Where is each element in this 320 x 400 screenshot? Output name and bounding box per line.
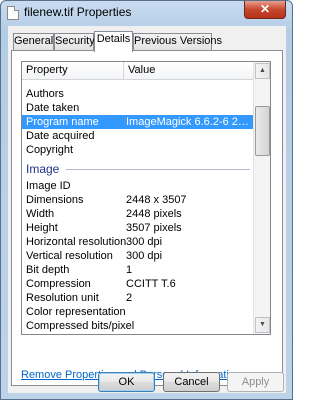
tab-strip: General Security Details Previous Versio… <box>11 31 286 52</box>
list-row[interactable]: Date acquired <box>22 129 254 143</box>
properties-window: filenew.tif Properties ✕ General Securit… <box>0 0 293 400</box>
cancel-button[interactable]: Cancel <box>163 372 220 392</box>
list-row[interactable]: Compression CCITT T.6 <box>22 277 254 291</box>
property-name: Program name <box>26 116 99 128</box>
close-button[interactable]: ✕ <box>244 1 286 19</box>
vertical-scrollbar[interactable]: ▲ ▼ <box>253 62 270 334</box>
tab-security[interactable]: Security <box>54 33 95 50</box>
document-icon <box>7 6 19 20</box>
group-divider <box>66 169 250 170</box>
property-value: ImageMagick 6.6.2-6 2010-… <box>126 116 250 128</box>
list-row[interactable]: Compressed bits/pixel <box>22 319 254 333</box>
property-value: 3507 pixels <box>126 222 182 234</box>
list-row[interactable]: Horizontal resolution 300 dpi <box>22 235 254 249</box>
property-name: Dimensions <box>26 194 84 206</box>
property-name: Resolution unit <box>26 292 99 304</box>
property-name: Compression <box>26 278 91 290</box>
property-name: Bit depth <box>26 264 70 276</box>
column-header-value[interactable]: Value <box>124 62 254 79</box>
list-row[interactable]: Width 2448 pixels <box>22 207 254 221</box>
scroll-down-icon[interactable]: ▼ <box>255 317 270 333</box>
details-panel: Property Value Authors Date taken Program … <box>11 50 283 386</box>
list-row[interactable]: Color representation <box>22 305 254 319</box>
property-value: CCITT T.6 <box>126 278 176 290</box>
group-label: Image <box>26 162 60 176</box>
property-name: Height <box>26 222 58 234</box>
property-name: Vertical resolution <box>26 250 113 262</box>
property-name: Date taken <box>26 102 80 114</box>
property-name: Compressed bits/pixel <box>26 320 135 332</box>
property-value: 2448 x 3507 <box>126 194 187 206</box>
property-name: Copyright <box>26 144 74 156</box>
property-name: Authors <box>26 88 64 100</box>
column-header-property[interactable]: Property <box>22 62 124 79</box>
property-name: Image ID <box>26 180 71 192</box>
list-header: Property Value <box>22 62 254 80</box>
property-value: 300 dpi <box>126 250 163 262</box>
property-name: Width <box>26 208 55 220</box>
list-row[interactable]: Image ID <box>22 179 254 193</box>
list-row[interactable]: Program name ImageMagick 6.6.2-6 2010-… <box>22 115 254 129</box>
property-value: 1 <box>126 264 133 276</box>
ok-button[interactable]: OK <box>98 372 155 392</box>
list-row[interactable]: Bit depth 1 <box>22 263 254 277</box>
title-bar[interactable]: filenew.tif Properties ✕ <box>1 1 292 25</box>
list-row[interactable]: Date taken <box>22 101 254 115</box>
tab-previous-versions[interactable]: Previous Versions <box>133 33 222 50</box>
property-name: Color representation <box>26 306 126 318</box>
property-list[interactable]: Property Value Authors Date taken Program … <box>21 61 271 335</box>
property-value: 2 <box>126 292 133 304</box>
property-value: 2448 pixels <box>126 208 182 220</box>
dialog-client-area: General Security Details Previous Versio… <box>8 26 286 393</box>
property-name: Date acquired <box>26 130 95 142</box>
list-row[interactable]: Height 3507 pixels <box>22 221 254 235</box>
list-row[interactable]: Authors <box>22 87 254 101</box>
property-value: 300 dpi <box>126 236 163 248</box>
list-row[interactable]: Resolution unit 2 <box>22 291 254 305</box>
scroll-up-icon[interactable]: ▲ <box>255 63 270 79</box>
group-header[interactable]: Image <box>22 162 254 176</box>
tab-general[interactable]: General <box>13 33 54 50</box>
tab-details[interactable]: Details <box>94 31 133 52</box>
apply-button[interactable]: Apply <box>227 372 284 392</box>
scroll-thumb[interactable] <box>255 106 270 156</box>
list-row[interactable]: Vertical resolution 300 dpi <box>22 249 254 263</box>
list-row[interactable]: Copyright <box>22 143 254 157</box>
window-title: filenew.tif Properties <box>24 5 132 19</box>
property-name: Horizontal resolution <box>26 236 127 248</box>
list-row[interactable]: Dimensions 2448 x 3507 <box>22 193 254 207</box>
